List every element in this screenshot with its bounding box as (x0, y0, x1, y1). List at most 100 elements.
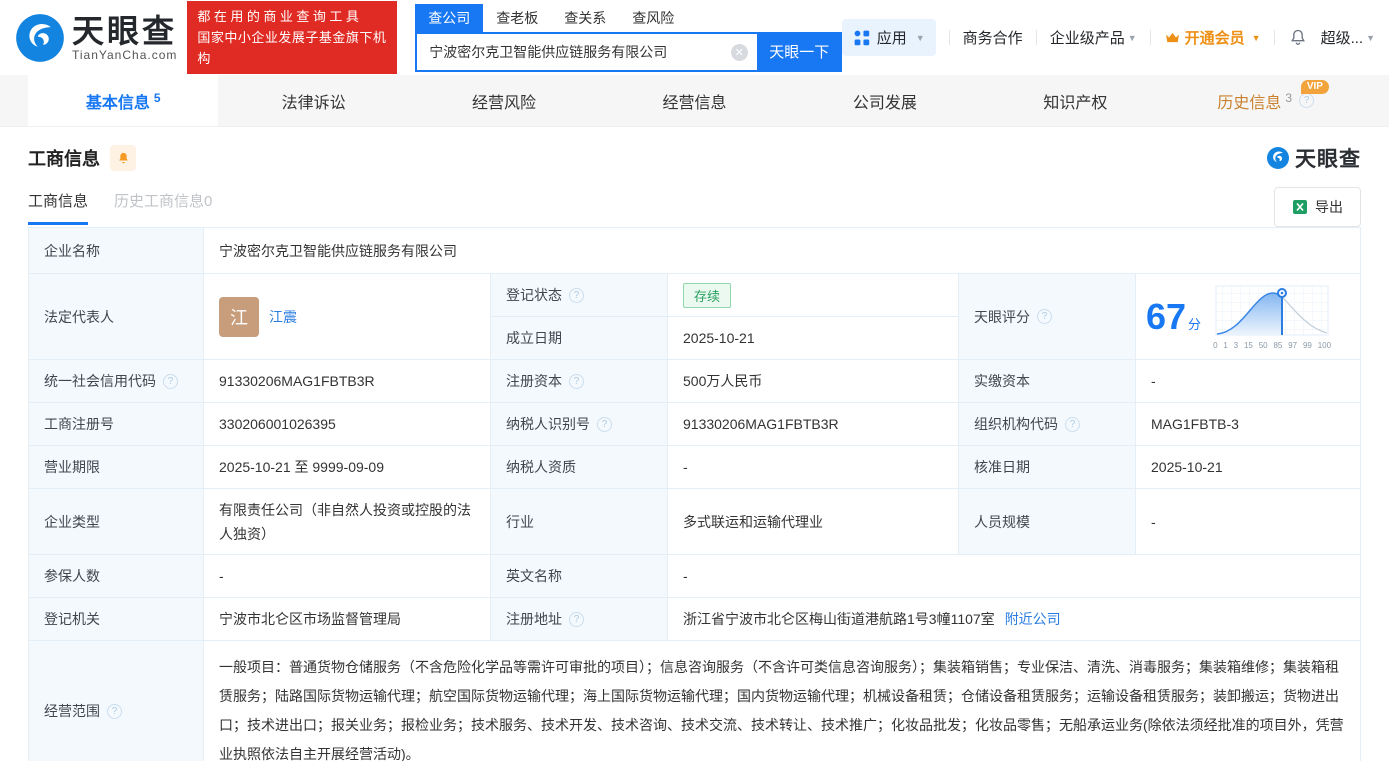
export-button[interactable]: 导出 (1274, 187, 1361, 227)
nearby-companies-link[interactable]: 附近公司 (1005, 609, 1061, 629)
field-label: 工商注册号 (29, 403, 204, 445)
search-tab-company[interactable]: 查公司 (415, 3, 484, 32)
help-icon[interactable] (1065, 416, 1080, 432)
section-title: 工商信息 (28, 149, 100, 169)
field-label: 实缴资本 (959, 360, 1136, 402)
search-button[interactable]: 天眼一下 (756, 31, 842, 72)
help-icon[interactable] (569, 373, 584, 389)
subtab-business-registration[interactable]: 工商信息 (28, 190, 89, 225)
score-value: 67 (1146, 295, 1187, 337)
tianyan-score-cell[interactable]: 67 分 0 1 3 15 50 85 97 99 100 (1136, 274, 1360, 359)
company-type-value: 有限责任公司（非自然人投资或控股的法人独资） (204, 489, 491, 554)
slogan-line2: 国家中小企业发展子基金旗下机构 (197, 30, 387, 66)
reg-status-value: 存续 (668, 274, 958, 316)
help-icon[interactable] (569, 611, 584, 627)
tab-company-development[interactable]: 公司发展 (790, 75, 980, 126)
help-icon[interactable] (107, 703, 122, 719)
menu-super-vip[interactable]: 超级... ▼ (1321, 27, 1375, 48)
help-icon[interactable] (1299, 93, 1315, 108)
field-label: 注册资本 (491, 360, 668, 402)
menu-open-membership[interactable]: 开通会员 ▼ (1164, 27, 1261, 48)
field-label: 天眼评分 (959, 274, 1136, 359)
tab-business-info[interactable]: 经营信息 (599, 75, 789, 126)
establish-date-value: 2025-10-21 (683, 330, 755, 346)
search-tab-relation[interactable]: 查关系 (551, 4, 619, 32)
search-tab-risk[interactable]: 查风险 (619, 4, 687, 32)
avatar[interactable]: 江 (219, 296, 259, 337)
chevron-down-icon: ▼ (1251, 32, 1261, 43)
field-label: 纳税人识别号 (491, 403, 668, 445)
reg-capital-value: 500万人民币 (668, 360, 959, 402)
field-label: 企业类型 (29, 489, 204, 554)
score-distribution-chart: 0 1 3 15 50 85 97 99 100 (1213, 284, 1331, 350)
tab-label: 基本信息 (85, 94, 150, 112)
clear-search-icon[interactable] (730, 43, 748, 61)
search-tab-boss[interactable]: 查老板 (483, 4, 551, 32)
tianyancha-watermark-icon (1267, 147, 1289, 169)
insured-count-value: - (204, 555, 491, 597)
table-row: 企业类型 有限责任公司（非自然人投资或控股的法人独资） 行业 多式联运和运输代理… (29, 489, 1360, 555)
table-row: 工商注册号 330206001026395 纳税人识别号 91330206MAG… (29, 403, 1360, 446)
table-row: 企业名称 宁波密尔克卫智能供应链服务有限公司 (29, 228, 1360, 274)
subtab-history-registration[interactable]: 历史工商信息0 (114, 190, 212, 225)
tab-legal-proceedings[interactable]: 法律诉讼 (218, 75, 408, 126)
paid-capital-value: - (1151, 373, 1156, 389)
apps-menu-button[interactable]: 应用 ▼ (841, 19, 936, 56)
logo-title: 天眼查 (72, 12, 178, 49)
status-date-block: 登记状态 存续 成立日期 2025-10-21 (491, 274, 959, 359)
help-icon[interactable] (597, 416, 612, 432)
table-row: 统一社会信用代码 91330206MAG1FBTB3R 注册资本 500万人民币… (29, 360, 1360, 403)
chevron-down-icon: ▼ (1127, 32, 1137, 43)
field-label: 营业期限 (29, 446, 204, 488)
tab-business-risk[interactable]: 经营风险 (409, 75, 599, 126)
monitor-bell-icon[interactable] (110, 145, 136, 171)
menu-super-label: 超级... (1320, 30, 1364, 47)
table-row: 法定代表人 江 江震 登记状态 存续 成立日期 2025-10-21 天眼评分 … (29, 274, 1360, 360)
menu-business-cooperation[interactable]: 商务合作 (963, 27, 1023, 48)
taxpayer-quality-value: - (668, 446, 959, 488)
english-name-value: - (683, 568, 688, 584)
top-menu: 应用 ▼ 商务合作 企业级产品 ▼ 开通会员 ▼ 超级... ▼ (841, 19, 1375, 56)
subtabs-row: 工商信息 历史工商信息0 导出 (28, 187, 1361, 227)
slogan-line1: 都在用的商业查询工具 (197, 9, 363, 24)
company-name-value: 宁波密尔克卫智能供应链服务有限公司 (219, 242, 457, 259)
search-block: 查公司 查老板 查关系 查风险 天眼一下 (415, 3, 842, 72)
vip-badge: VIP (1300, 80, 1329, 94)
score-axis: 0 1 3 15 50 85 97 99 100 (1213, 340, 1332, 350)
table-row: 经营范围 一般项目：普通货物仓储服务（不含危险化学品等需许可审批的项目）；信息咨… (29, 641, 1360, 761)
section-header: 工商信息 天眼查 (28, 143, 1361, 173)
tab-history-info[interactable]: 历史信息 3 VIP (1171, 75, 1361, 126)
search-input[interactable] (417, 33, 757, 70)
tianyancha-logo-icon (16, 13, 64, 62)
field-label: 登记状态 (491, 274, 668, 316)
divider (1273, 30, 1275, 45)
legal-rep-link[interactable]: 江震 (269, 307, 297, 327)
help-icon[interactable] (569, 287, 584, 303)
help-icon[interactable] (163, 373, 178, 389)
notification-bell-icon[interactable] (1288, 28, 1308, 48)
org-code-value: MAG1FBTB-3 (1151, 416, 1239, 432)
divider (1149, 30, 1151, 45)
menu-membership-label: 开通会员 (1184, 30, 1245, 47)
divider (948, 30, 950, 45)
tab-intellectual-property[interactable]: 知识产权 (980, 75, 1170, 126)
field-label: 英文名称 (491, 555, 668, 597)
help-icon[interactable] (1037, 309, 1052, 324)
watermark-logo: 天眼查 (1266, 143, 1361, 173)
apps-grid-icon (854, 30, 869, 45)
approval-date-value: 2025-10-21 (1151, 459, 1223, 475)
site-header: 天眼查 TianYanCha.com 都在用的商业查询工具 国家中小企业发展子基… (0, 0, 1389, 75)
industry-value: 多式联运和运输代理业 (668, 489, 959, 554)
search-tabs: 查公司 查老板 查关系 查风险 (415, 3, 842, 32)
tab-basic-info[interactable]: 基本信息 5 (28, 75, 219, 126)
legal-rep-cell: 江 江震 (204, 274, 491, 359)
table-row: 营业期限 2025-10-21 至 9999-09-09 纳税人资质 - 核准日… (29, 446, 1360, 489)
table-row: 参保人数 - 英文名称 - (29, 555, 1360, 598)
tab-label: 公司发展 (852, 94, 917, 112)
tianyancha-logo[interactable]: 天眼查 TianYanCha.com (14, 12, 177, 64)
field-label: 纳税人资质 (491, 446, 668, 488)
company-nav-tabs: 基本信息 5 法律诉讼 经营风险 经营信息 公司发展 知识产权 历史信息 3 V… (0, 75, 1389, 127)
field-label: 参保人数 (29, 555, 204, 597)
menu-enterprise-products[interactable]: 企业级产品 ▼ (1050, 27, 1137, 48)
watermark-text: 天眼查 (1295, 148, 1361, 171)
